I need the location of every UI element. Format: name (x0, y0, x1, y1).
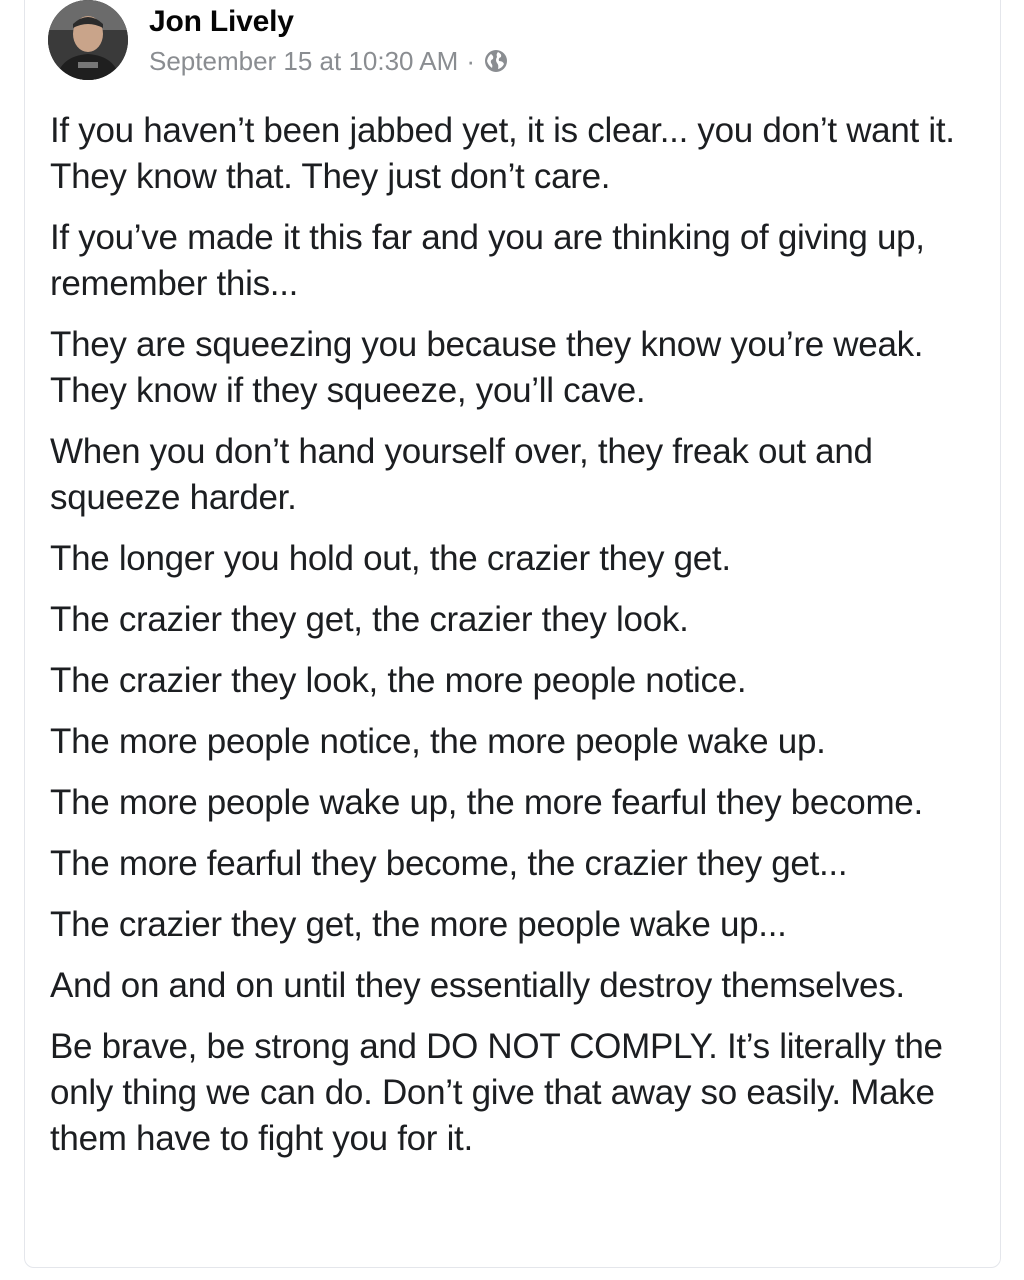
avatar-photo (48, 0, 128, 80)
globe-icon[interactable] (483, 48, 509, 74)
post-timestamp[interactable]: September 15 at 10:30 AM (149, 44, 458, 78)
meta-separator: · (466, 46, 475, 76)
post-meta: September 15 at 10:30 AM · (149, 44, 509, 78)
post-paragraph: The more fearful they become, the crazie… (50, 844, 848, 883)
post-paragraph: The crazier they get, the more people wa… (50, 905, 787, 944)
post-paragraph: The longer you hold out, the crazier the… (50, 539, 731, 578)
post-paragraph: If you haven’t been jabbed yet, it is cl… (50, 111, 955, 196)
author-name[interactable]: Jon Lively (149, 2, 509, 42)
post-paragraph: If you’ve made it this far and you are t… (50, 218, 925, 303)
post-paragraph: The more people notice, the more people … (50, 722, 826, 761)
post-paragraph: When you don’t hand yourself over, they … (50, 432, 873, 517)
post-paragraph: The more people wake up, the more fearfu… (50, 783, 923, 822)
post-header: Jon Lively September 15 at 10:30 AM · (48, 0, 509, 80)
post-paragraph: And on and on until they essentially des… (50, 966, 905, 1005)
post-body: If you haven’t been jabbed yet, it is cl… (50, 108, 980, 1177)
post-paragraph: The crazier they get, the crazier they l… (50, 600, 689, 639)
header-text: Jon Lively September 15 at 10:30 AM · (149, 2, 509, 78)
post-paragraph: They are squeezing you because they know… (50, 325, 924, 410)
avatar[interactable] (48, 0, 128, 80)
post-paragraph: The crazier they look, the more people n… (50, 661, 747, 700)
post-paragraph: Be brave, be strong and DO NOT COMPLY. I… (50, 1027, 943, 1158)
